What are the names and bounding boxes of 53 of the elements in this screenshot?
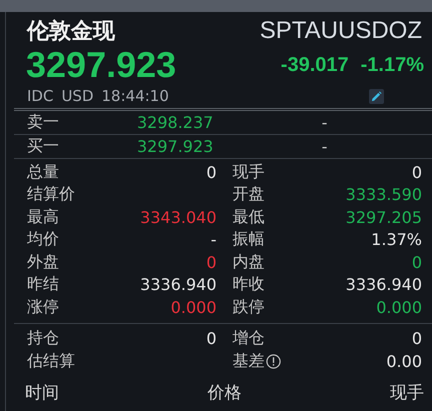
quote-time: 18:44:10 bbox=[102, 87, 169, 105]
stat-label: 内盘 bbox=[232, 252, 264, 273]
stat-label: 持仓 bbox=[27, 328, 59, 350]
stat-value: 0 bbox=[206, 252, 216, 272]
currency-label: USD bbox=[61, 87, 94, 105]
stat-label: 涨停 bbox=[27, 296, 59, 318]
stat-value: 0 bbox=[412, 162, 422, 182]
stat-label: 现手 bbox=[232, 162, 264, 183]
stat-label: 昨结 bbox=[27, 274, 59, 296]
column-header: 现手 bbox=[390, 382, 424, 404]
stat-value: 0 bbox=[412, 329, 422, 348]
column-header: 价格 bbox=[208, 382, 242, 404]
stat-label: 昨收 bbox=[232, 274, 264, 296]
stat-label: 估结算 bbox=[27, 350, 75, 372]
stat-value: 0.000 bbox=[170, 298, 216, 317]
edit-button[interactable] bbox=[369, 88, 384, 104]
stat-value: 0.00 bbox=[386, 352, 422, 371]
stat-label: 结算价 bbox=[27, 184, 75, 206]
stat-label: 增仓 bbox=[232, 328, 264, 350]
stat-value: - bbox=[210, 230, 216, 250]
stat-value: 0 bbox=[412, 252, 422, 272]
stat-value: 0.000 bbox=[376, 298, 422, 317]
stat-label: 开盘 bbox=[232, 184, 264, 206]
info-icon[interactable] bbox=[266, 354, 280, 369]
quote-volume: - bbox=[320, 137, 328, 156]
stat-label: 总量 bbox=[27, 162, 59, 183]
quote-label: 买一 bbox=[27, 136, 60, 157]
stat-label: 最低 bbox=[232, 206, 264, 228]
quote-price: 3298.237 bbox=[137, 113, 214, 132]
stat-value: 3336.940 bbox=[140, 275, 216, 294]
price-change: -39.017 bbox=[280, 54, 349, 76]
stat-value: 0 bbox=[206, 329, 216, 348]
percent-change: -1.17% bbox=[360, 54, 424, 76]
stat-label: 最高 bbox=[27, 206, 59, 228]
quote-volume: - bbox=[320, 113, 328, 132]
instrument-name: 伦敦金现 bbox=[27, 18, 115, 46]
source-label: IDC bbox=[27, 87, 54, 105]
stat-value: 3336.940 bbox=[346, 275, 422, 294]
stat-label: 跌停 bbox=[232, 296, 264, 318]
stat-label: 外盘 bbox=[27, 252, 59, 273]
instrument-code: SPTAUUSDOZ bbox=[260, 17, 422, 45]
stat-value: 3297.205 bbox=[346, 208, 422, 227]
column-header: 时间 bbox=[25, 382, 59, 404]
stat-value: 0 bbox=[206, 162, 216, 182]
stat-label: 基差 bbox=[232, 350, 264, 372]
stat-value: 3343.040 bbox=[140, 208, 216, 227]
stat-value: 1.37% bbox=[371, 230, 422, 250]
stat-label: 均价 bbox=[27, 229, 59, 250]
quote-price: 3297.923 bbox=[137, 137, 214, 156]
stat-value: 3333.590 bbox=[346, 185, 422, 204]
last-price: 3297.923 bbox=[26, 44, 176, 86]
stat-label: 振幅 bbox=[232, 229, 264, 250]
quote-label: 卖一 bbox=[27, 112, 60, 133]
